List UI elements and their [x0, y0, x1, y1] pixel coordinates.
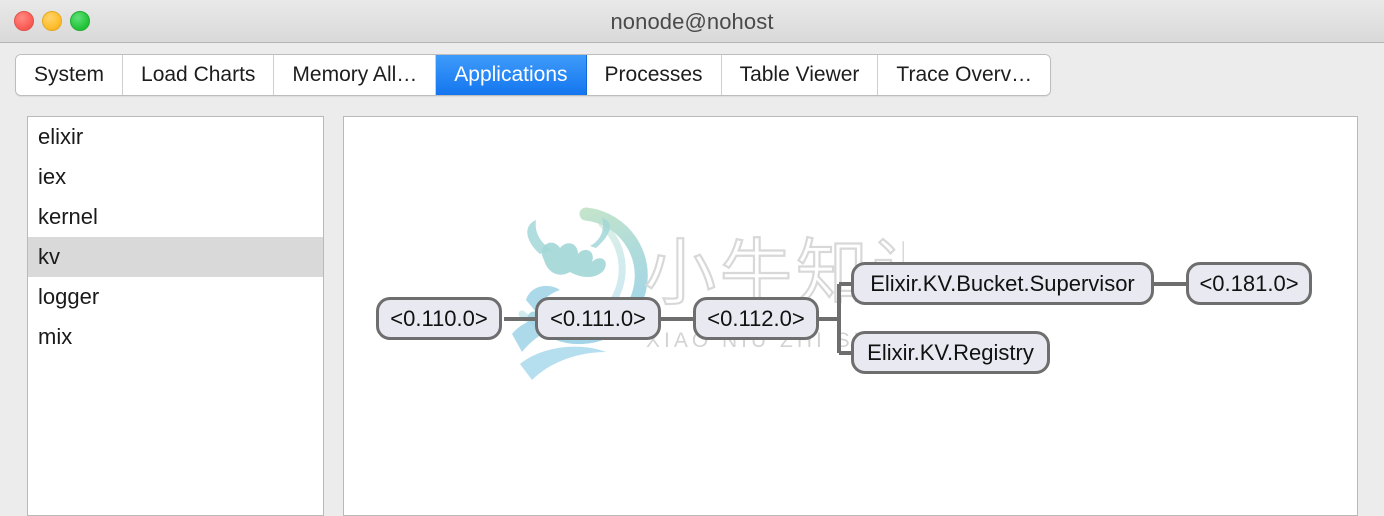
- tab-applications[interactable]: Applications: [436, 55, 587, 95]
- tab-system[interactable]: System: [16, 55, 124, 95]
- tabbar: System Load Charts Memory All… Applicati…: [15, 54, 1052, 96]
- sidebar-item-mix[interactable]: mix: [28, 317, 323, 357]
- process-tree-panel: 小牛知识库 XIAO NIU ZHI SHI KU: [343, 116, 1358, 516]
- process-node-0-110-0[interactable]: <0.110.0>: [376, 297, 502, 340]
- tab-memory-alloc[interactable]: Memory All…: [274, 55, 437, 95]
- process-node-0-111-0[interactable]: <0.111.0>: [535, 297, 661, 340]
- process-node-kv-registry[interactable]: Elixir.KV.Registry: [851, 331, 1050, 374]
- app-window: nonode@nohost System Load Charts Memory …: [0, 0, 1384, 516]
- process-node-kv-bucket-supervisor[interactable]: Elixir.KV.Bucket.Supervisor: [851, 262, 1154, 305]
- process-node-0-181-0[interactable]: <0.181.0>: [1186, 262, 1312, 305]
- process-node-0-112-0[interactable]: <0.112.0>: [693, 297, 819, 340]
- tabbar-region: System Load Charts Memory All… Applicati…: [0, 43, 1384, 98]
- main-content: elixir iex kernel kv logger mix 小牛知 XIAO…: [0, 98, 1384, 516]
- application-list[interactable]: elixir iex kernel kv logger mix: [27, 116, 324, 516]
- tab-load-charts[interactable]: Load Charts: [123, 55, 275, 95]
- tab-processes[interactable]: Processes: [586, 55, 722, 95]
- tab-trace-overview[interactable]: Trace Overv…: [878, 55, 1051, 95]
- sidebar-item-iex[interactable]: iex: [28, 157, 323, 197]
- sidebar-item-kv[interactable]: kv: [28, 237, 323, 277]
- sidebar-item-elixir[interactable]: elixir: [28, 117, 323, 157]
- sidebar-item-kernel[interactable]: kernel: [28, 197, 323, 237]
- sidebar-item-logger[interactable]: logger: [28, 277, 323, 317]
- window-title: nonode@nohost: [610, 9, 774, 34]
- window-titlebar: nonode@nohost: [0, 0, 1384, 43]
- tab-table-viewer[interactable]: Table Viewer: [721, 55, 879, 95]
